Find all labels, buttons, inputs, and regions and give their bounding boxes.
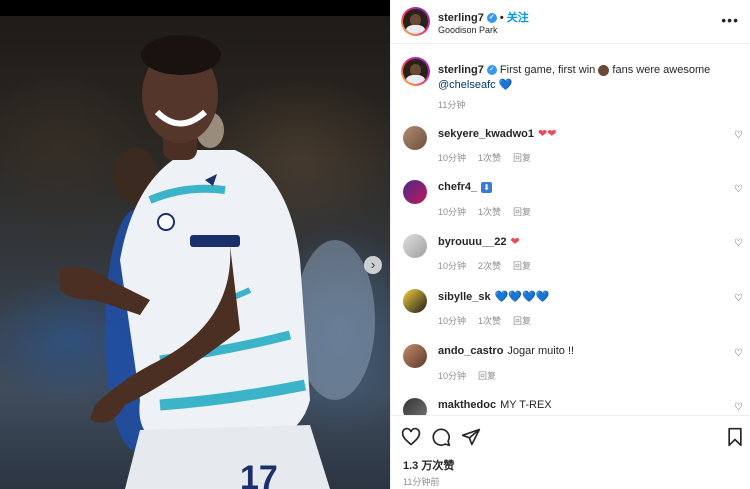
red-heart-icon: ❤❤ — [538, 128, 557, 140]
comment-username[interactable]: sekyere_kwadwo1 — [438, 128, 534, 140]
svg-text:17: 17 — [240, 459, 278, 489]
caption-mention[interactable]: @chelseafc — [438, 79, 496, 91]
blue-heart-icon: 💙 — [498, 79, 513, 91]
like-count[interactable]: 1.3 万次赞 — [403, 457, 454, 473]
author-username[interactable]: sterling7 — [438, 12, 484, 24]
comment-icon[interactable] — [431, 427, 451, 447]
post-panel: sterling7 ✓ • 关注 Goodison Park ••• sterling… — [390, 0, 750, 489]
comment-time[interactable]: 10分钟 — [438, 207, 466, 217]
comment-text: Jogar muito !! — [507, 345, 575, 357]
post-location[interactable]: Goodison Park — [438, 25, 498, 35]
verified-icon: ✓ — [486, 13, 497, 24]
red-heart-icon: ❤ — [510, 236, 520, 248]
comment-username[interactable]: ando_castro — [438, 345, 503, 357]
follow-button[interactable]: 关注 — [507, 12, 529, 24]
caption-text: sterling7 ✓ First game, first win fans we… — [438, 63, 728, 93]
commenter-avatar[interactable] — [403, 344, 427, 368]
comment-row: sekyere_kwadwo1 ❤❤ 10分钟 1次赞 回复 ♡ — [391, 126, 750, 181]
next-image-button[interactable]: › — [364, 256, 382, 274]
comment-username[interactable]: sibylle_sk — [438, 291, 491, 303]
commenter-avatar[interactable] — [403, 289, 427, 313]
comment-time[interactable]: 10分钟 — [438, 316, 466, 326]
comment-row: chefr4_ ⬇ 10分钟 1次赞 回复 ♡ — [391, 180, 750, 235]
comment-reply[interactable]: 回复 — [478, 371, 496, 381]
post-time[interactable]: 11分钟前 — [403, 475, 439, 488]
comment-username[interactable]: byrouuu__22 — [438, 236, 506, 248]
separator-dot: • — [499, 12, 504, 24]
caption-time[interactable]: 11分钟 — [438, 98, 465, 111]
comment-reply[interactable]: 回复 — [513, 207, 531, 217]
post-header: sterling7 ✓ • 关注 Goodison Park ••• — [391, 0, 750, 44]
caption-body: First game, first win — [499, 64, 596, 76]
comment-username[interactable]: makthedoc — [438, 399, 496, 411]
bookmark-icon[interactable] — [725, 427, 745, 447]
caption-avatar[interactable] — [401, 57, 430, 86]
verified-icon: ✓ — [486, 65, 497, 76]
comment-text: MY T-REX — [500, 399, 552, 411]
player-photo: 17 — [60, 35, 375, 489]
commenter-avatar[interactable] — [403, 180, 427, 204]
comment-likes[interactable]: 2次赞 — [478, 261, 501, 271]
comment-likes[interactable]: 1次赞 — [478, 316, 501, 326]
person-emoji-icon — [598, 64, 610, 76]
comment-likes[interactable]: 1次赞 — [478, 207, 501, 217]
like-heart-icon[interactable]: ♡ — [734, 184, 743, 195]
caption-body-2: fans were awesome — [612, 64, 711, 76]
commenter-avatar[interactable] — [403, 126, 427, 150]
like-heart-icon[interactable]: ♡ — [734, 348, 743, 359]
comment-likes[interactable]: 1次赞 — [478, 153, 501, 163]
post-actions: 1.3 万次赞 11分钟前 — [391, 415, 750, 489]
author-line: sterling7 ✓ • 关注 — [438, 9, 529, 25]
comment-row: sibylle_sk 💙💙💙💙 10分钟 1次赞 回复 ♡ — [391, 289, 750, 344]
author-avatar[interactable] — [401, 7, 430, 36]
share-icon[interactable] — [461, 427, 481, 447]
like-heart-icon[interactable]: ♡ — [734, 402, 743, 413]
download-emoji-icon: ⬇ — [481, 182, 493, 193]
comment-reply[interactable]: 回复 — [513, 153, 531, 163]
blue-heart-icon: 💙💙💙💙 — [494, 291, 550, 303]
comment-row: ando_castro Jogar muito !! 10分钟 回复 ♡ — [391, 344, 750, 399]
comment-time[interactable]: 10分钟 — [438, 261, 466, 271]
comment-reply[interactable]: 回复 — [513, 316, 531, 326]
comments-list[interactable]: sterling7 ✓ First game, first win fans we… — [391, 45, 750, 415]
like-heart-icon[interactable]: ♡ — [734, 293, 743, 304]
post-image[interactable]: 17 › — [0, 0, 390, 489]
like-icon[interactable] — [401, 427, 421, 447]
commenter-avatar[interactable] — [403, 398, 427, 415]
like-heart-icon[interactable]: ♡ — [734, 238, 743, 249]
caption-username[interactable]: sterling7 — [438, 64, 484, 76]
comment-reply[interactable]: 回复 — [513, 261, 531, 271]
comment-time[interactable]: 10分钟 — [438, 371, 466, 381]
like-heart-icon[interactable]: ♡ — [734, 130, 743, 141]
comment-time[interactable]: 10分钟 — [438, 153, 466, 163]
comment-row: byrouuu__22 ❤ 10分钟 2次赞 回复 ♡ — [391, 234, 750, 289]
comment-row: makthedoc MY T-REX ♡ — [391, 398, 750, 415]
comment-username[interactable]: chefr4_ — [438, 181, 477, 193]
commenter-avatar[interactable] — [403, 234, 427, 258]
more-dots-icon[interactable]: ••• — [721, 12, 739, 28]
